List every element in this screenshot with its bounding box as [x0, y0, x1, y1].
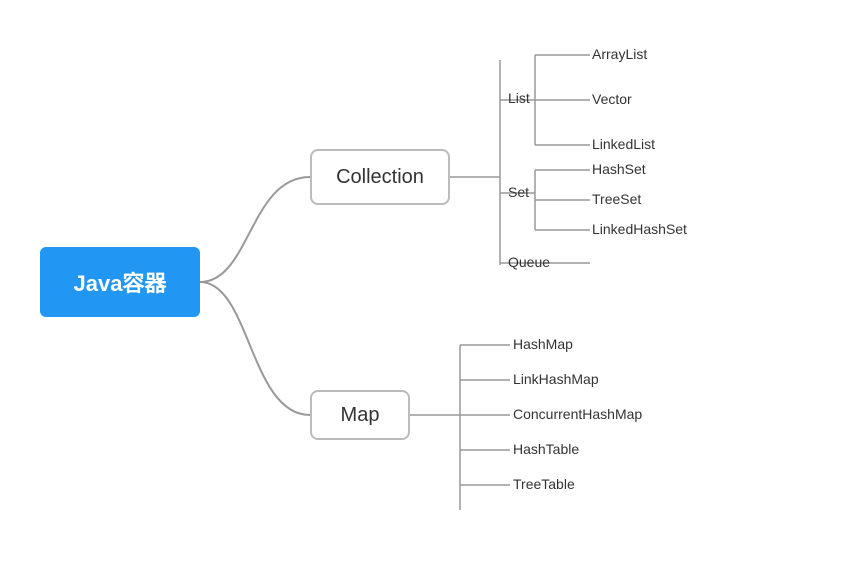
list-group-label: List — [508, 90, 530, 106]
map-label: Map — [341, 404, 380, 427]
treeset-label: TreeSet — [592, 191, 641, 207]
root-label: Java容器 — [74, 266, 167, 298]
linkedlist-label: LinkedList — [592, 136, 655, 152]
linkedhashset-label: LinkedHashSet — [592, 221, 687, 237]
collection-label: Collection — [336, 166, 424, 189]
hashset-label: HashSet — [592, 161, 646, 177]
arraylist-label: ArrayList — [592, 46, 647, 62]
vector-label: Vector — [592, 91, 632, 107]
hashtable-label: HashTable — [513, 441, 579, 457]
linkhashmap-label: LinkHashMap — [513, 371, 599, 387]
map-node: Map — [310, 390, 410, 440]
root-node: Java容器 — [40, 247, 200, 317]
hashmap-label: HashMap — [513, 336, 573, 352]
concurrenthashmap-label: ConcurrentHashMap — [513, 406, 642, 422]
queue-label: Queue — [508, 254, 550, 270]
treetable-label: TreeTable — [513, 476, 575, 492]
set-group-label: Set — [508, 184, 529, 200]
collection-node: Collection — [310, 149, 450, 205]
